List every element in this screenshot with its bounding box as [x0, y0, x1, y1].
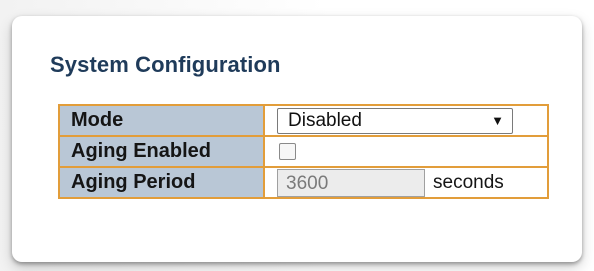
table-row-aging-period: Aging Period 3600 seconds: [58, 166, 549, 199]
aging-period-label: Aging Period: [58, 166, 265, 199]
mode-select[interactable]: Disabled ▼: [277, 107, 513, 134]
config-table: Mode Disabled ▼ Aging Enabled Aging Peri…: [58, 104, 549, 199]
mode-select-value: Disabled: [288, 109, 362, 131]
aging-enabled-cell: [263, 135, 549, 168]
aging-enabled-checkbox[interactable]: [279, 142, 296, 160]
mode-cell: Disabled ▼: [263, 104, 549, 137]
section-title: System Configuration: [50, 52, 281, 77]
aging-period-unit: seconds: [433, 171, 504, 193]
aging-period-input[interactable]: 3600: [277, 168, 425, 197]
table-row-aging-enabled: Aging Enabled: [58, 135, 549, 168]
table-row-mode: Mode Disabled ▼: [58, 104, 549, 137]
mode-label: Mode: [58, 104, 265, 137]
aging-period-cell: 3600 seconds: [263, 166, 549, 199]
dropdown-arrow-icon: ▼: [491, 113, 504, 128]
aging-enabled-label: Aging Enabled: [58, 135, 265, 168]
